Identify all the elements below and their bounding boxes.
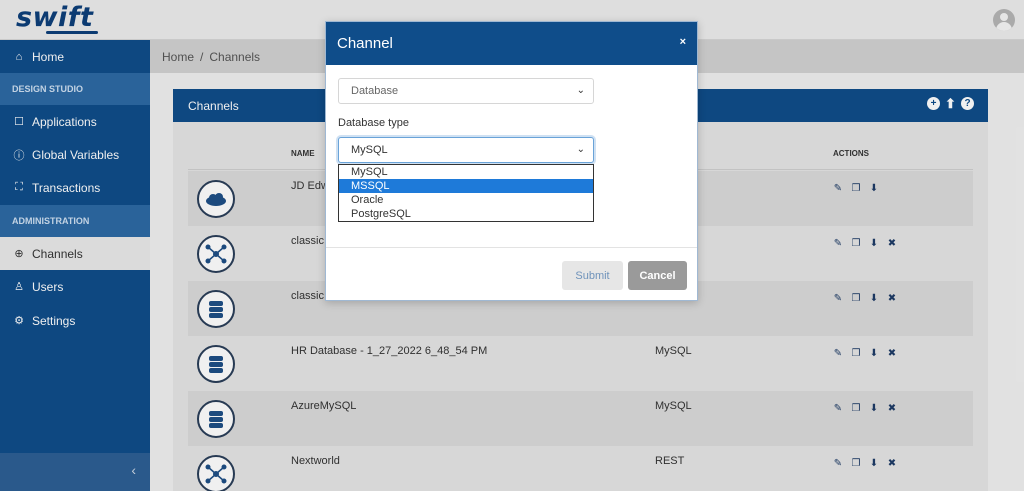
modal-header: Channel × <box>326 22 697 65</box>
database-type-dropdown: MySQL MSSQL Oracle PostgreSQL <box>338 164 594 222</box>
modal-footer-divider <box>326 247 697 248</box>
option-oracle[interactable]: Oracle <box>339 193 593 207</box>
modal-title: Channel <box>337 35 393 52</box>
chevron-down-icon: ⌄ <box>576 144 585 155</box>
option-mysql[interactable]: MySQL <box>339 165 593 179</box>
cancel-button[interactable]: Cancel <box>628 261 687 290</box>
chevron-down-icon: ⌄ <box>576 85 585 96</box>
database-type-value: MySQL <box>351 144 388 156</box>
channel-modal: Channel × Database ⌄ Database type MySQL… <box>325 21 698 301</box>
channel-category-value: Database <box>351 85 399 97</box>
database-type-label: Database type <box>338 117 409 129</box>
database-type-select[interactable]: MySQL ⌄ <box>338 137 594 163</box>
option-mssql[interactable]: MSSQL <box>339 179 593 193</box>
close-icon[interactable]: × <box>680 36 686 48</box>
submit-button[interactable]: Submit <box>562 261 623 290</box>
option-postgresql[interactable]: PostgreSQL <box>339 207 593 221</box>
channel-category-select[interactable]: Database ⌄ <box>338 78 594 104</box>
